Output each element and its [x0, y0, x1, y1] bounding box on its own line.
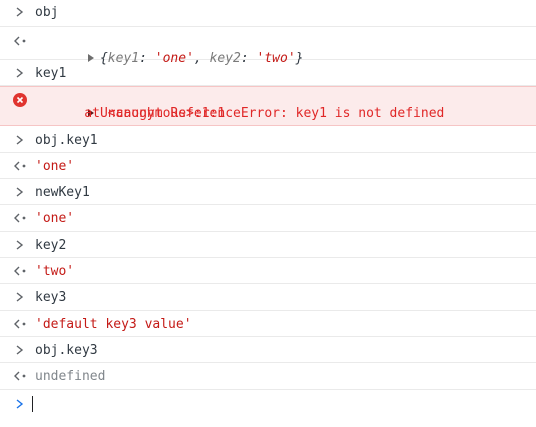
chevron-right-icon	[16, 240, 24, 250]
return-arrow-icon	[14, 36, 26, 46]
console-input-text: obj	[35, 5, 59, 20]
console-prompt[interactable]	[0, 390, 536, 418]
result-string: 'two'	[35, 264, 75, 279]
console-input-text: obj.key3	[35, 343, 98, 358]
return-arrow-icon	[14, 213, 26, 223]
return-arrow-icon	[14, 319, 26, 329]
console-input-row[interactable]: key3	[0, 284, 536, 311]
console-input-row[interactable]: key2	[0, 232, 536, 258]
chevron-right-icon	[16, 399, 24, 409]
console-input-row[interactable]: obj	[0, 0, 536, 27]
result-string: 'one'	[35, 159, 75, 174]
console-result-row[interactable]: 'one'	[0, 205, 536, 232]
console-input-text: key1	[35, 66, 67, 81]
console-error-row[interactable]: Uncaught ReferenceError: key1 is not def…	[0, 86, 536, 126]
console-input-text: newKey1	[35, 185, 90, 200]
error-stack-trace[interactable]: at <anonymous>:1:1	[53, 106, 532, 122]
console-input-row[interactable]: newKey1	[0, 179, 536, 205]
return-arrow-icon	[14, 266, 26, 276]
result-string: 'one'	[35, 211, 75, 226]
chevron-right-icon	[16, 345, 24, 355]
console-input-row[interactable]: obj.key3	[0, 337, 536, 363]
console-input-row[interactable]: obj.key1	[0, 126, 536, 153]
console-input-text: key3	[35, 290, 67, 305]
console-input-row[interactable]: key1	[0, 60, 536, 86]
chevron-right-icon	[16, 135, 24, 145]
console-result-row[interactable]: {key1: 'one', key2: 'two'}	[0, 27, 536, 66]
result-string: 'default key3 value'	[35, 317, 192, 332]
console-result-row[interactable]: 'one'	[0, 153, 536, 179]
result-undefined: undefined	[35, 369, 106, 384]
return-arrow-icon	[14, 161, 26, 171]
console-result-row[interactable]: undefined	[0, 363, 536, 390]
chevron-right-icon	[16, 187, 24, 197]
console-result-row[interactable]: 'default key3 value'	[0, 311, 536, 337]
console-input-text: key2	[35, 238, 67, 253]
text-cursor	[32, 396, 33, 412]
return-arrow-icon	[14, 371, 26, 381]
console-prompt-input[interactable]	[32, 396, 532, 414]
chevron-right-icon	[16, 7, 24, 17]
console-result-row[interactable]: 'two'	[0, 258, 536, 284]
error-circle-icon	[13, 93, 27, 107]
chevron-right-icon	[16, 68, 24, 78]
chevron-right-icon	[16, 292, 24, 302]
console-input-text: obj.key1	[35, 133, 98, 148]
devtools-console: obj {key1: 'one', key2: 'two'} key1 Unca…	[0, 0, 536, 427]
